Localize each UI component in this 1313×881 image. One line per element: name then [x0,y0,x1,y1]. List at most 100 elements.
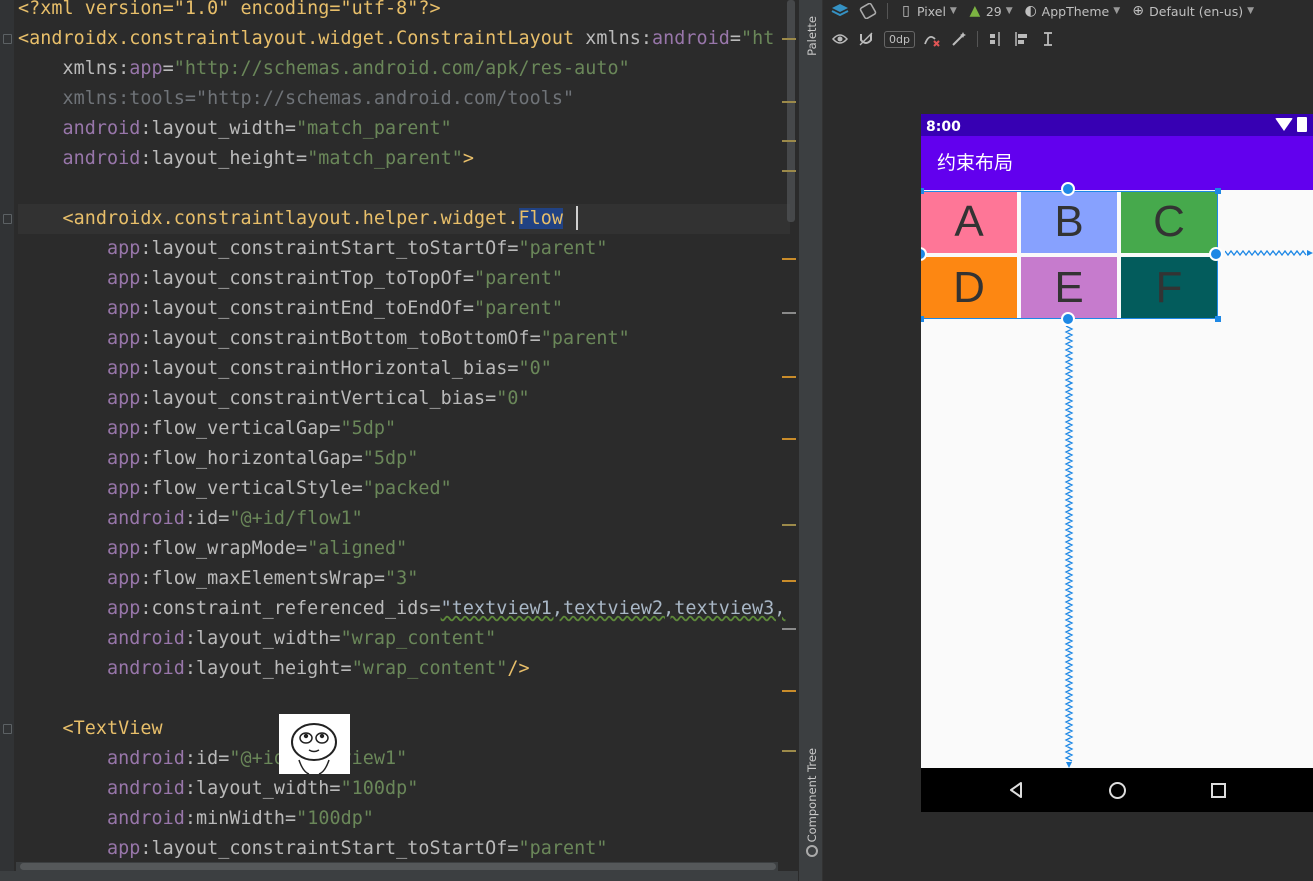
code-token: :layout_constraintVertical_bias= [140,388,497,409]
marker-tick[interactable] [782,376,796,378]
bottom-anchor-knob[interactable] [1061,312,1075,326]
code-token: "ht [740,28,775,49]
wifi-icon [1275,118,1293,131]
textview-cell[interactable]: A [921,191,1017,253]
palette-tab[interactable]: Palette [801,6,822,66]
code-line[interactable]: <androidx.constraintlayout.helper.widget… [18,204,790,234]
component-tree-icon[interactable] [806,845,818,857]
magnet-icon[interactable] [858,31,874,47]
code-token: "packed" [362,478,452,499]
code-token: app [18,418,141,439]
code-area[interactable]: <?xml version="1.0" encoding="utf-8"?> <a… [0,0,790,862]
code-line[interactable]: app:layout_constraintEnd_toEndOf="parent… [18,294,563,324]
orientation-icon[interactable] [859,3,877,19]
code-line[interactable]: android:layout_height="match_parent"> [18,144,474,174]
code-line[interactable]: app:constraint_referenced_ids="textview1… [18,594,785,624]
code-line[interactable]: app:layout_constraintBottom_toBottomOf="… [18,324,630,354]
end-anchor-knob[interactable] [1209,247,1223,261]
marker-tick[interactable] [782,750,796,752]
code-token: android [18,808,185,829]
marker-tick[interactable] [782,312,796,314]
cell-label: F [1155,263,1183,312]
code-token: "100dp" [340,778,419,799]
code-line[interactable]: <androidx.constraintlayout.widget.Constr… [18,24,774,54]
textview-cell[interactable]: F [1121,257,1217,319]
guidelines-icon[interactable] [1040,31,1056,47]
api-selector[interactable]: ▲ 29 ▼ [967,3,1012,19]
marker-tick[interactable] [782,690,796,692]
code-line[interactable]: app:flow_maxElementsWrap="3" [18,564,418,594]
textview-cell[interactable]: C [1121,191,1217,253]
code-line[interactable]: app:layout_constraintStart_toStartOf="pa… [18,234,607,264]
align-icon[interactable] [1014,31,1030,47]
code-token: "parent" [474,268,563,289]
component-tree-tab[interactable]: Component Tree [801,748,822,843]
text-caret [576,206,578,230]
device-preview[interactable]: 8:00 约束布局 A B C D E F [921,114,1313,812]
layers-icon[interactable] [831,3,849,19]
editor-horizontal-scrollbar[interactable] [16,862,778,871]
code-line[interactable]: app:flow_verticalGap="5dp" [18,414,396,444]
code-line[interactable]: android:minWidth="100dp" [18,804,374,834]
code-editor[interactable]: <?xml version="1.0" encoding="utf-8"?> <a… [0,0,798,881]
code-line[interactable]: app:flow_wrapMode="aligned" [18,534,407,564]
home-icon[interactable] [1108,781,1126,799]
code-line[interactable]: app:flow_horizontalGap="5dp" [18,444,418,474]
theme-selector[interactable]: ◐ AppTheme ▼ [1023,3,1121,19]
code-line[interactable]: android:layout_width="100dp" [18,774,418,804]
pack-icon[interactable] [988,31,1004,47]
resize-handle[interactable] [921,316,924,322]
clear-constraints-icon[interactable] [923,31,941,47]
layout-canvas[interactable]: A B C D E F [921,182,1313,768]
code-line[interactable]: app:layout_constraintHorizontal_bias="0" [18,354,552,384]
textview-cell[interactable]: B [1021,191,1117,253]
code-line[interactable]: xmlns:app="http://schemas.android.com/ap… [18,54,630,84]
fold-marker-icon[interactable] [3,724,12,734]
locale-selector[interactable]: ⊕ Default (en-us) ▼ [1130,3,1254,19]
cell-label: E [1054,263,1084,312]
code-token: :layout_constraintTop_toTopOf= [140,268,475,289]
cell-label: D [953,263,985,312]
code-line[interactable]: <TextView [18,714,163,744]
marker-tick[interactable] [782,438,796,440]
textview-cell[interactable]: D [921,257,1017,319]
resize-handle[interactable] [1215,188,1221,194]
code-token: android [18,628,185,649]
marker-tick[interactable] [782,524,796,526]
code-line[interactable]: app:flow_verticalStyle="packed" [18,474,452,504]
default-margin-field[interactable]: 0dp [884,30,915,48]
recents-icon[interactable] [1211,782,1227,798]
marker-tick[interactable] [782,258,796,260]
code-line[interactable]: android:layout_width="wrap_content" [18,624,496,654]
code-line[interactable]: app:layout_constraintTop_toTopOf="parent… [18,264,563,294]
device-selector[interactable]: ▯ Pixel ▼ [898,3,957,19]
marker-tick[interactable] [782,628,796,630]
code-token: android [18,118,141,139]
code-token: :layout_height= [184,658,352,679]
resize-handle[interactable] [1215,316,1221,322]
code-line[interactable]: app:layout_constraintStart_toStartOf="pa… [18,834,607,862]
marker-tick[interactable] [782,140,796,142]
code-line[interactable]: android:layout_width="match_parent" [18,114,452,144]
resize-handle[interactable] [921,188,924,194]
code-token: :minWidth= [184,808,297,829]
textview-cell[interactable]: E [1021,257,1117,319]
fold-marker-icon[interactable] [3,34,12,44]
code-line[interactable]: app:layout_constraintVertical_bias="0" [18,384,530,414]
code-line[interactable]: android:layout_height="wrap_content"/> [18,654,530,684]
top-anchor-knob[interactable] [1061,182,1075,196]
code-line[interactable]: xmlns:tools="http://schemas.android.com/… [18,84,574,114]
marker-tick[interactable] [782,580,796,582]
code-line[interactable]: <?xml version="1.0" encoding="utf-8"?> [18,0,441,24]
fold-marker-icon[interactable] [3,214,12,224]
marker-tick[interactable] [782,101,796,103]
infer-constraints-icon[interactable] [951,31,967,47]
code-token: :flow_verticalStyle= [140,478,363,499]
marker-tick[interactable] [782,170,796,172]
back-icon[interactable] [1008,781,1024,799]
marker-tick[interactable] [782,38,796,40]
code-token: android [18,778,185,799]
scrollbar-thumb[interactable] [20,863,776,870]
code-line[interactable]: android:id="@+id/flow1" [18,504,363,534]
eye-icon[interactable] [832,33,848,45]
